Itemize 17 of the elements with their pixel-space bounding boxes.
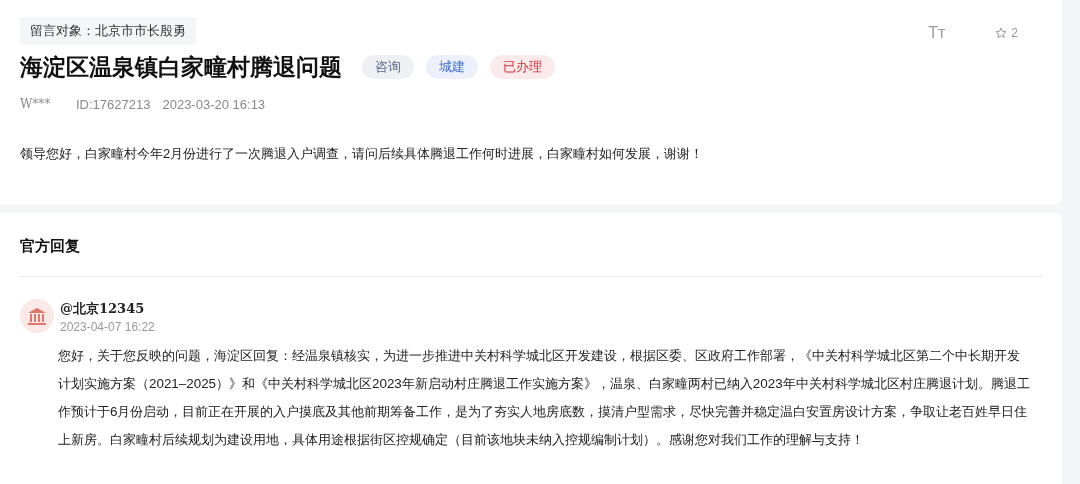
reply-author: @北京12345 [60,299,146,318]
avatar-icon [20,298,54,333]
category-tag: 咨询 [362,55,414,79]
message-id: ID:17627213 [76,95,151,114]
section-heading: 官方回复 [20,235,1042,277]
star-icon[interactable] [995,27,1008,39]
font-size-button[interactable]: Tт [928,21,946,45]
recipient-label: 留言对象：北京市市长殷勇 [20,17,196,45]
reply-text: 您好，关于您反映的问题，海淀区回复：经温泉镇核实，为进一步推进中关村科学城北区开发建设，根据区委、区政府工作部署，《中关村科学城北区第二个中长期开发计划实施方案（2021–2025）》和《中关村科学城北区2023年新启动村庄腾退工作实施方案》，温泉、白家疃两村已纳入2023年中关村科学城北区村庄腾退计划。腾退工作预计于6月份启动，目前正在开展的入户摸底及其他前期筹备工作，是为了夯实人地房底数，摸清户型需求，尽快完善并稳定温白安置房设计方案，争取让老百姓早日住上新房。白家疃村后续规划为建设用地，具体用途根据街区控规确定（目前该地块未纳入控规编制计划）。感谢您对我们工作的理解与支持！ [58,347,1030,449]
category-tag: 已办理 [490,55,555,79]
page-title: 海淀区温泉镇白家疃村腾退问题 [20,53,342,81]
category-tag: 城建 [426,55,478,79]
author-name: W*** [20,95,52,113]
favorite-count: 2 [1011,25,1018,42]
post-time: 2023-03-20 16:13 [162,95,266,114]
reply-time: 2023-04-07 16:22 [60,319,155,336]
message-text: 领导您好，白家疃村今年2月份进行了一次腾退入户调查，请问后续具体腾退工作何时进展，白家疃村如何发展，谢谢！ [20,145,705,164]
